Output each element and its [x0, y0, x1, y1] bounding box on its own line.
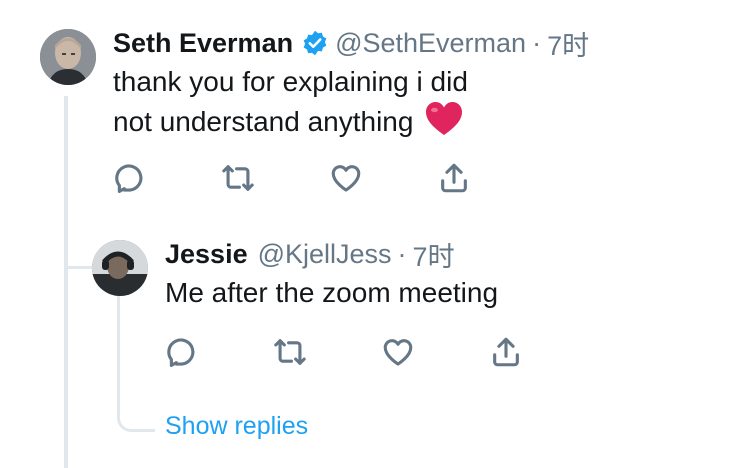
reply-reply-button[interactable] — [162, 332, 202, 372]
reply-thread-line — [117, 294, 120, 414]
reply-handle[interactable]: @KjellJess — [258, 239, 392, 270]
retweet-icon — [222, 165, 254, 191]
avatar-seth-everman[interactable] — [40, 29, 96, 85]
reply-header: Jessie @KjellJess · 7时 — [165, 235, 455, 274]
heart-emoji — [425, 101, 463, 137]
main-thread-line — [64, 96, 68, 468]
reply-icon — [167, 338, 195, 368]
reply-retweet-button[interactable] — [270, 332, 310, 372]
separator: · — [532, 27, 542, 58]
show-replies-connector — [117, 404, 155, 432]
show-replies-link[interactable]: Show replies — [165, 412, 308, 441]
reply-button[interactable] — [110, 158, 150, 198]
timestamp[interactable]: 7时 — [547, 24, 589, 63]
share-icon — [441, 163, 467, 193]
reply-icon — [115, 164, 143, 194]
like-button[interactable] — [326, 158, 366, 198]
display-name[interactable]: Seth Everman — [113, 28, 293, 59]
tweet-text-content: thank you for explaining i did not under… — [113, 66, 468, 137]
tweet-header: Seth Everman @SethEverman · 7时 — [113, 24, 589, 63]
reply-display-name[interactable]: Jessie — [165, 239, 248, 270]
reply-like-button[interactable] — [378, 332, 418, 372]
avatar-jessie[interactable] — [92, 240, 148, 296]
reply-share-button[interactable] — [486, 332, 526, 372]
retweet-button[interactable] — [218, 158, 258, 198]
verified-badge-icon — [301, 29, 329, 57]
like-icon — [331, 165, 361, 192]
tweet-text: thank you for explaining i did not under… — [113, 62, 473, 141]
retweet-icon — [274, 339, 306, 365]
reply-timestamp[interactable]: 7时 — [413, 235, 455, 274]
reply-text: Me after the zoom meeting — [165, 277, 499, 308]
share-icon — [493, 337, 519, 367]
like-icon — [383, 339, 413, 366]
share-button[interactable] — [434, 158, 474, 198]
reply-connector-horizontal — [64, 266, 94, 269]
reply-separator: · — [397, 238, 407, 269]
handle[interactable]: @SethEverman — [335, 28, 526, 59]
